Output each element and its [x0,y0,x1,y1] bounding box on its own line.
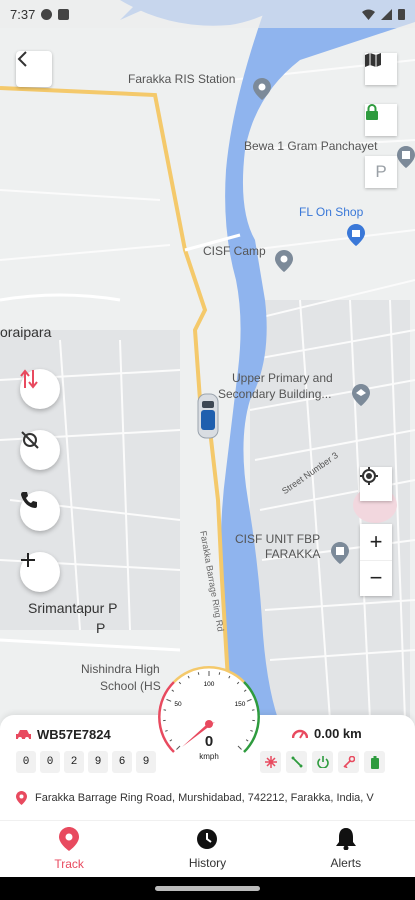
signal-icon [381,8,392,20]
chevron-left-icon [17,51,27,67]
map-label-cisf-unit-2: FARAKKA [265,547,321,561]
back-button[interactable] [16,51,52,87]
odometer-digit: 9 [88,751,108,773]
zoom-controls: + − [360,524,392,596]
call-button[interactable] [20,491,60,531]
nav-alerts-label: Alerts [330,856,362,870]
plate-number: WB57E7824 [37,727,111,742]
swap-arrows-icon [20,369,38,389]
vehicle-plate: WB57E7824 [16,727,111,742]
status-time: 7:37 [10,6,36,22]
map-label-srimantapur-2: P [96,620,106,636]
status-gps [286,751,307,773]
map-label-upper-primary-2: Secondary Building... [218,387,332,401]
bell-icon [335,828,356,850]
map-label-nishindra-2: School (HS [100,679,161,693]
distance-value: 0.00 km [314,726,362,741]
app-notification-icon [58,8,70,20]
address-text: Farakka Barrage Ring Road, Murshidabad, … [35,792,374,804]
odometer-digit: 0 [40,751,60,773]
location-pin-icon [16,791,27,805]
location-pin-icon [59,827,80,851]
odometer-digit: 9 [136,751,156,773]
map-label-farakka-ris: Farakka RIS Station [128,72,236,86]
crosshair-icon [360,467,378,485]
satellite-icon [290,756,303,768]
lock-button[interactable] [365,104,397,136]
nav-track[interactable]: Track [0,821,138,877]
battery-icon [370,755,379,769]
speedometer: 50 100 150 0 kmph [158,666,260,768]
vehicle-address: Farakka Barrage Ring Road, Murshidabad, … [16,791,406,805]
nav-track-label: Track [54,857,84,871]
speedo-tick-label: 50 [174,701,182,708]
odometer-digit: 6 [112,751,132,773]
car-marker-icon[interactable] [196,393,220,439]
map-label-cisf-camp: CISF Camp [203,244,266,258]
battery-icon [398,9,405,20]
bottom-nav: Track History Alerts [0,820,415,877]
distance-readout: 0.00 km [292,726,362,741]
map-layers-icon [365,53,381,67]
nav-alerts[interactable]: Alerts [277,821,415,877]
my-location-button[interactable] [360,467,392,501]
map-label-srimantapur-1: Srimantapur P [28,600,118,616]
power-icon [316,756,329,768]
parking-button[interactable]: P [365,156,397,188]
gps-off-icon [21,431,39,449]
map-label-fl-on-shop: FL On Shop [299,205,364,219]
speedo-tick [197,672,200,675]
location-pin-icon [275,250,293,272]
phone-icon [21,492,37,508]
odometer: 0 0 2 9 6 9 [16,751,156,773]
lock-icon [366,104,378,120]
wifi-icon [362,9,375,20]
nav-history[interactable]: History [138,821,276,877]
building-pin-icon [397,146,415,168]
map-label-cisf-unit-1: CISF UNIT FBP [235,532,321,546]
odometer-digit: 0 [16,751,36,773]
map-view[interactable]: Farakka RIS Station Bewa 1 Gram Panchaye… [0,0,415,730]
speed-value: 0 [204,733,214,750]
building-pin-icon [331,542,349,564]
speedo-tick-label: 150 [235,701,246,708]
odometer-digit: 2 [64,751,84,773]
speedo-tick-label: 100 [204,681,215,688]
speed-unit: kmph [199,752,219,761]
system-nav-bar [0,877,415,900]
vehicle-status-icons [260,751,385,773]
map-label-bewa: Bewa 1 Gram Panchayet [244,139,378,153]
plus-icon [21,553,35,567]
recenter-off-button[interactable] [20,430,60,470]
nav-history-label: History [188,856,227,870]
add-button[interactable] [20,552,60,592]
map-label-upper-primary-1: Upper Primary and [232,371,333,385]
map-label-oraipara: oraipara [0,324,52,340]
map-type-button[interactable] [365,53,397,85]
speedo-tick [218,672,221,675]
status-ignition [338,751,359,773]
location-pin-icon [253,78,271,100]
speedometer-icon [292,729,308,739]
notification-icon [41,8,53,20]
status-ac [260,751,281,773]
status-power [312,751,333,773]
status-bar: 7:37 [0,0,415,28]
car-icon [16,729,31,741]
shopping-pin-icon [347,224,365,246]
school-pin-icon [352,384,370,406]
route-toggle-button[interactable] [20,369,60,409]
key-icon [342,756,355,768]
snowflake-icon [264,756,277,768]
status-battery [364,751,385,773]
zoom-in-button[interactable]: + [360,524,392,561]
zoom-out-button[interactable]: − [360,561,392,597]
clock-icon [197,829,218,849]
map-label-nishindra-1: Nishindra High [81,662,160,676]
parking-label: P [375,162,387,181]
home-gesture-bar[interactable] [155,886,260,891]
map-canvas [0,0,415,730]
